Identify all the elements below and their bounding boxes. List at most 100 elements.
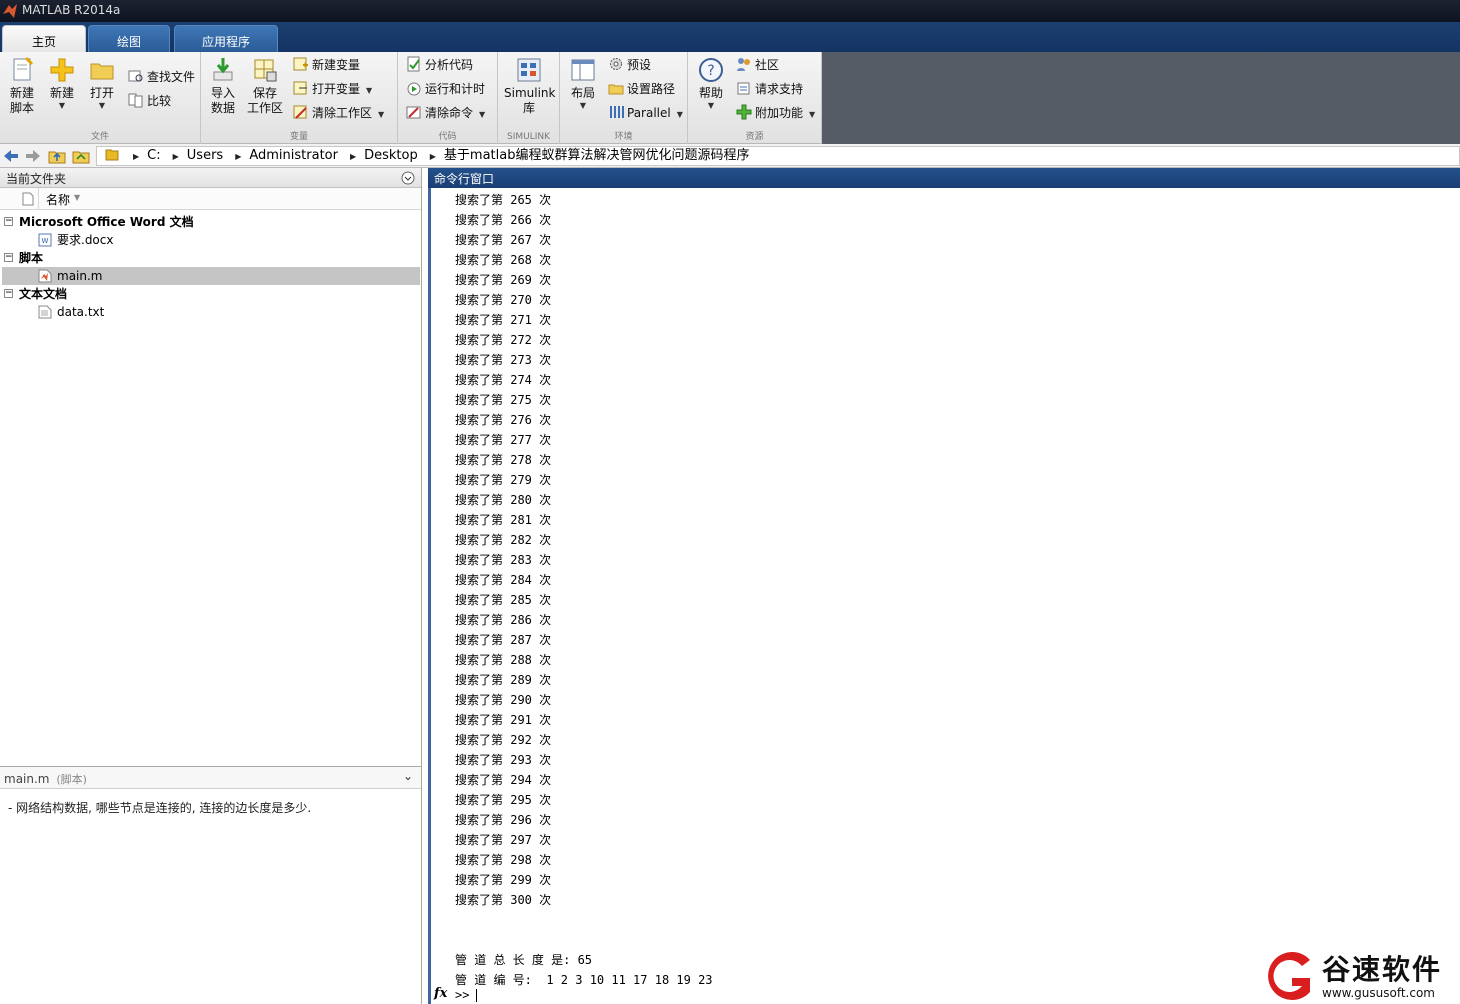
collapse-icon[interactable]: − bbox=[4, 217, 13, 226]
layout-button[interactable]: 布局 ▼ bbox=[566, 56, 600, 111]
analyze-code-button[interactable]: 分析代码 bbox=[406, 56, 473, 74]
new-label: 新建 bbox=[49, 86, 74, 100]
import-data-button[interactable]: 导入 数据 bbox=[207, 56, 239, 116]
iteration-line: 搜索了第 292 次 bbox=[455, 733, 552, 747]
iteration-line: 搜索了第 266 次 bbox=[455, 213, 552, 227]
find-files-button[interactable]: 查找文件 bbox=[128, 68, 195, 86]
command-prompt[interactable]: fx >> bbox=[431, 986, 731, 1004]
resources-group-label: 资源 bbox=[745, 132, 764, 142]
path-breadcrumb[interactable]: ▶ C: ▶ Users ▶ Administrator ▶ Desktop ▶ 基于matlab… bbox=[96, 146, 1460, 166]
open-variable-button[interactable]: 打开变量 ▼ bbox=[293, 80, 372, 98]
simulink-library-icon bbox=[517, 58, 541, 82]
browse-folder-icon[interactable] bbox=[72, 147, 90, 165]
run-and-time-button[interactable]: 运行和计时 bbox=[406, 80, 485, 98]
file-details-header[interactable]: main.m (脚本) ⌄ bbox=[0, 767, 421, 789]
group-scripts-label: 脚本 bbox=[19, 251, 44, 265]
iteration-line: 搜索了第 265 次 bbox=[455, 193, 552, 207]
up-folder-icon[interactable] bbox=[48, 147, 66, 165]
path-segment-desktop[interactable]: Desktop bbox=[364, 148, 418, 163]
matlab-logo-icon bbox=[3, 4, 17, 18]
request-support-button[interactable]: 请求支持 bbox=[736, 80, 803, 98]
simulink-library-button[interactable]: Simulink 库 bbox=[504, 56, 555, 116]
text-file-icon bbox=[38, 305, 52, 319]
help-dropdown-icon: ▼ bbox=[707, 101, 715, 110]
file-item[interactable]: W 要求.docx bbox=[2, 231, 420, 249]
details-description: - 网络结构数据, 哪些节点是连接的, 连接的边长度是多少. bbox=[8, 801, 312, 815]
group-text-docs[interactable]: − 文本文档 bbox=[2, 285, 420, 303]
preferences-button[interactable]: 预设 bbox=[608, 56, 651, 74]
preferences-label: 预设 bbox=[627, 58, 652, 72]
watermark-url: www.gususoft.com bbox=[1322, 986, 1435, 1000]
details-expand-icon[interactable]: ⌄ bbox=[403, 769, 413, 783]
iteration-line: 搜索了第 290 次 bbox=[455, 693, 552, 707]
details-file-name: main.m bbox=[4, 772, 50, 786]
parallel-icon bbox=[610, 106, 624, 118]
open-button[interactable]: 打开 ▼ bbox=[84, 56, 120, 111]
svg-text:?: ? bbox=[707, 63, 714, 79]
root-folder-icon bbox=[105, 149, 119, 161]
tab-home[interactable]: 主页 bbox=[2, 25, 86, 52]
group-scripts[interactable]: − 脚本 bbox=[2, 249, 420, 267]
iteration-line: 搜索了第 286 次 bbox=[455, 613, 552, 627]
file-item[interactable]: data.txt bbox=[2, 303, 420, 321]
add-ons-plus-icon bbox=[736, 104, 752, 120]
new-script-button[interactable]: 新建 脚本 bbox=[4, 56, 40, 116]
path-segment-administrator[interactable]: Administrator bbox=[249, 148, 338, 163]
open-variable-label: 打开变量 bbox=[312, 82, 361, 96]
resources-group: ? 帮助 ▼ 社区 请求支持 附加功能 ▼ 资源 bbox=[688, 52, 822, 144]
command-output[interactable]: 搜索了第 265 次搜索了第 266 次搜索了第 267 次搜索了第 268 次… bbox=[428, 188, 1460, 1004]
new-variable-button[interactable]: 新建变量 bbox=[293, 56, 360, 74]
compare-button[interactable]: 比较 bbox=[128, 92, 171, 110]
tab-plots[interactable]: 绘图 bbox=[88, 25, 170, 52]
clear-commands-button[interactable]: 清除命令 ▼ bbox=[406, 104, 485, 122]
fx-function-browser-icon[interactable]: fx bbox=[434, 986, 447, 1001]
matlab-script-icon bbox=[38, 269, 52, 283]
parallel-label: Parallel bbox=[627, 106, 671, 120]
save-workspace-label: 保存 工作区 bbox=[246, 86, 283, 115]
add-ons-button[interactable]: 附加功能 ▼ bbox=[736, 104, 815, 122]
prompt-symbol: >> bbox=[455, 988, 470, 1002]
column-divider bbox=[38, 188, 39, 210]
name-column-header[interactable]: 名称 bbox=[46, 191, 70, 208]
help-button[interactable]: ? 帮助 ▼ bbox=[694, 56, 728, 111]
open-label: 打开 bbox=[89, 86, 114, 100]
set-path-button[interactable]: 设置路径 bbox=[608, 80, 675, 98]
iteration-line: 搜索了第 272 次 bbox=[455, 333, 552, 347]
file-name: 要求.docx bbox=[57, 233, 114, 247]
parallel-dropdown-icon: ▼ bbox=[676, 110, 683, 119]
new-button[interactable]: 新建 ▼ bbox=[44, 56, 80, 111]
iteration-line: 搜索了第 299 次 bbox=[455, 873, 552, 887]
clear-workspace-button[interactable]: 清除工作区 ▼ bbox=[293, 104, 384, 122]
import-data-icon bbox=[213, 58, 233, 81]
watermark-logo: 谷速软件 www.gususoft.com bbox=[1262, 948, 1460, 1004]
clear-commands-label: 清除命令 bbox=[425, 106, 474, 120]
back-arrow-icon[interactable] bbox=[2, 147, 20, 165]
current-folder-header: 当前文件夹 bbox=[0, 168, 421, 188]
group-word-docs[interactable]: − Microsoft Office Word 文档 bbox=[2, 213, 420, 231]
file-item-selected[interactable]: main.m bbox=[2, 267, 420, 285]
collapse-icon[interactable]: − bbox=[4, 253, 13, 262]
address-bar: ▶ C: ▶ Users ▶ Administrator ▶ Desktop ▶ 基于matlab… bbox=[0, 144, 1460, 168]
iteration-line: 搜索了第 300 次 bbox=[455, 893, 552, 907]
set-path-label: 设置路径 bbox=[627, 82, 676, 96]
file-details-panel: main.m (脚本) ⌄ - 网络结构数据, 哪些节点是连接的, 连接的边长度… bbox=[0, 766, 421, 1004]
tab-apps[interactable]: 应用程序 bbox=[174, 25, 278, 52]
environment-group: 布局 ▼ 预设 设置路径 Parallel ▼ 环境 bbox=[560, 52, 688, 144]
iteration-line: 搜索了第 271 次 bbox=[455, 313, 552, 327]
path-segment-users[interactable]: Users bbox=[187, 148, 223, 163]
panel-menu-icon[interactable] bbox=[401, 171, 415, 185]
parallel-button[interactable]: Parallel ▼ bbox=[608, 104, 683, 122]
iteration-line: 搜索了第 277 次 bbox=[455, 433, 552, 447]
iteration-line: 搜索了第 267 次 bbox=[455, 233, 552, 247]
path-separator-icon: ▶ bbox=[429, 152, 436, 161]
layout-icon bbox=[571, 59, 595, 81]
path-segment-project[interactable]: 基于matlab编程蚁群算法解决管网优化问题源码程序 bbox=[444, 148, 750, 163]
ribbon-empty-area bbox=[822, 52, 1460, 144]
pipe-ids-line: 管 道 编 号: 1 2 3 10 11 17 18 19 23 bbox=[455, 973, 713, 987]
save-workspace-button[interactable]: 保存 工作区 bbox=[245, 56, 285, 116]
community-button[interactable]: 社区 bbox=[736, 56, 779, 74]
forward-arrow-icon[interactable] bbox=[24, 147, 42, 165]
collapse-icon[interactable]: − bbox=[4, 289, 13, 298]
community-label: 社区 bbox=[755, 58, 780, 72]
path-segment-drive[interactable]: C: bbox=[147, 148, 160, 163]
